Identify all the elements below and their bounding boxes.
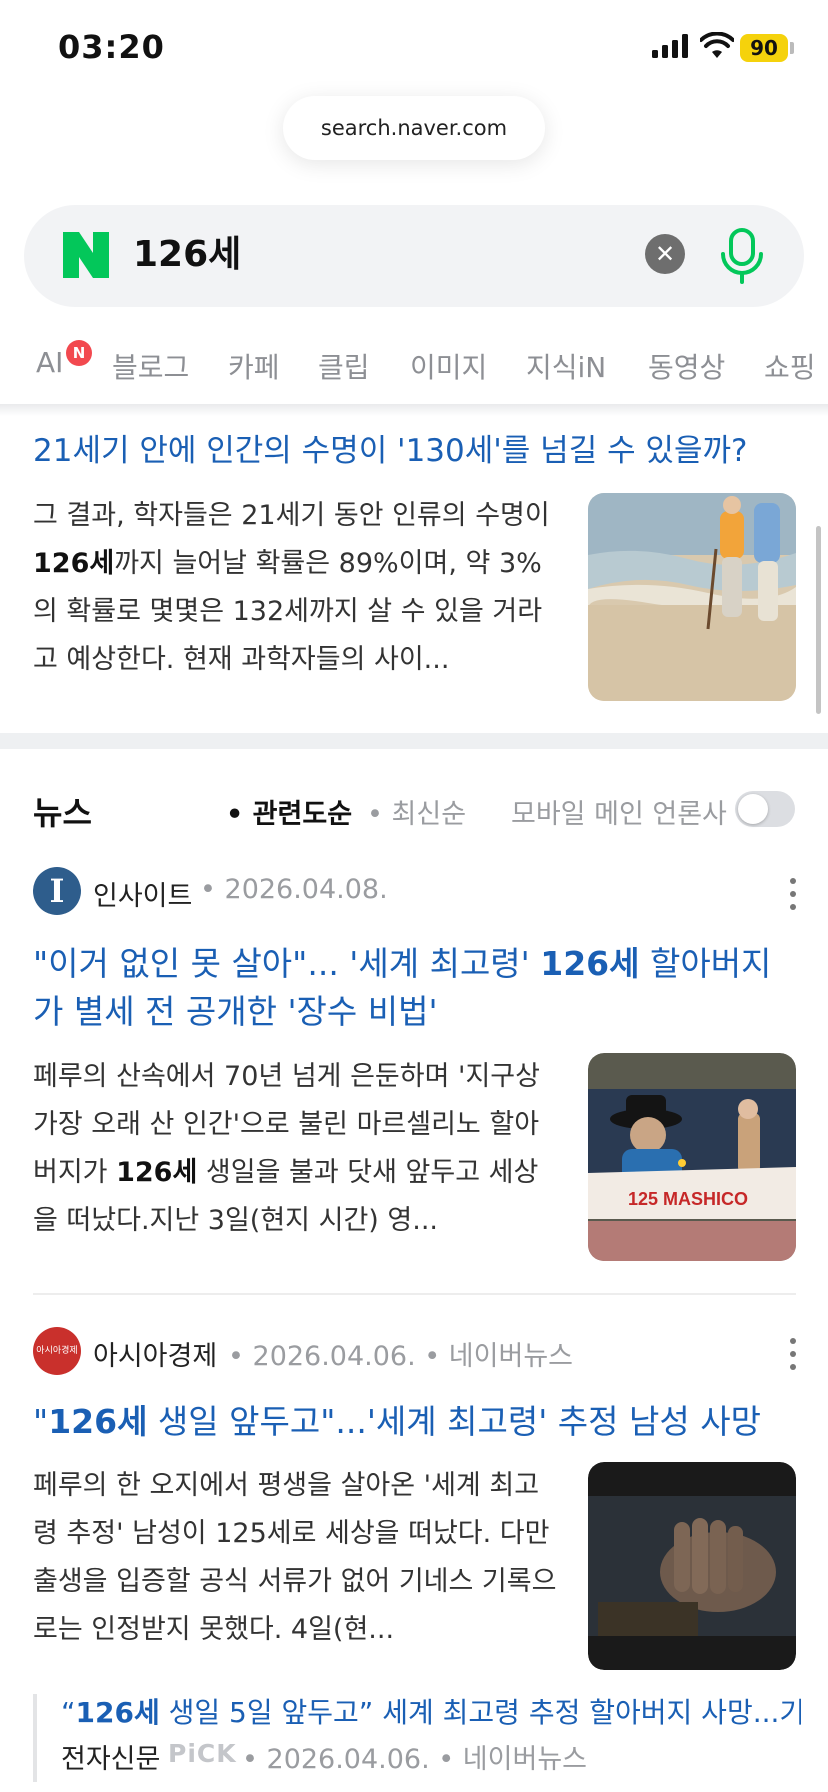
related-source-name[interactable]: 전자신문	[61, 1737, 160, 1776]
tab-blog[interactable]: 블로그	[112, 346, 189, 386]
cake-text: 125 MASHICO	[628, 1189, 748, 1209]
tab-ai-label: AI	[36, 346, 64, 379]
tab-cafe[interactable]: 카페	[228, 346, 280, 386]
naver-news-link[interactable]: 네이버뉴스	[449, 1341, 573, 1372]
mobile-main-press-label: 모바일 메인 언론사	[511, 799, 727, 830]
close-icon: ✕	[654, 240, 676, 268]
news-meta: • 2026.04.06. • 네이버뉴스	[228, 1341, 573, 1372]
asiae-logo[interactable]: 아시아경제	[33, 1327, 81, 1375]
related-article-link[interactable]: “126세 생일 5일 앞두고” 세계 최고령 추정 할아버지 사망...기..…	[61, 1691, 801, 1731]
result-title-link[interactable]: 21세기 안에 인간의 수명이 '130세'를 넘길 수 있을까?	[33, 428, 803, 474]
more-options-icon[interactable]	[789, 1337, 797, 1371]
news-source-name[interactable]: 인사이트	[93, 874, 192, 913]
more-options-icon[interactable]	[789, 877, 797, 911]
news-divider	[33, 1293, 796, 1295]
news-title-link[interactable]: "이거 없인 못 살아"... '세계 최고령' 126세 할아버지가 별세 전…	[33, 940, 793, 1036]
tabs-shadow	[0, 404, 828, 416]
birthday-cake-thumbnail[interactable]: 125 MASHICO	[588, 1053, 796, 1261]
cellular-signal-icon	[652, 34, 688, 58]
section-divider	[0, 733, 828, 749]
tab-clip[interactable]: 클립	[318, 346, 370, 386]
tab-video[interactable]: 동영상	[648, 346, 725, 386]
wifi-icon	[700, 32, 734, 58]
tab-image[interactable]: 이미지	[410, 346, 487, 386]
result-description: 그 결과, 학자들은 21세기 동안 인류의 수명이 126세까지 늘어날 확률…	[33, 500, 550, 675]
new-badge: N	[66, 340, 92, 366]
scrollbar[interactable]	[816, 526, 821, 714]
related-meta: • 2026.04.06. • 네이버뉴스	[242, 1744, 587, 1775]
insight-logo[interactable]: I	[33, 867, 81, 915]
battery-indicator: 90	[740, 34, 788, 62]
search-input[interactable]: 126세	[133, 230, 241, 280]
status-time: 03:20	[58, 28, 165, 66]
pick-badge: PiCK	[168, 1739, 237, 1768]
news-description: 페루의 한 오지에서 평생을 살아온 '세계 최고령 추정' 남성이 125세로…	[33, 1470, 557, 1645]
elderly-hands-thumbnail[interactable]	[588, 1462, 796, 1670]
tab-shopping[interactable]: 쇼핑	[764, 346, 816, 386]
news-section-title: 뉴스	[33, 794, 92, 832]
related-article-bar	[33, 1694, 37, 1782]
naver-news-link[interactable]: 네이버뉴스	[463, 1744, 587, 1775]
toggle-knob	[738, 794, 768, 824]
address-bar[interactable]: search.naver.com	[283, 96, 545, 160]
news-description: 페루의 산속에서 70년 넘게 은둔하며 '지구상 가장 오래 산 인간'으로 …	[33, 1061, 540, 1236]
naver-logo-icon[interactable]	[63, 232, 109, 278]
sort-relevance-option[interactable]: • 관련도순	[226, 792, 352, 831]
news-source-name[interactable]: 아시아경제	[93, 1334, 217, 1373]
news-date: • 2026.04.08.	[200, 874, 388, 905]
news-title-link[interactable]: "126세 생일 앞두고"...'세계 최고령' 추정 남성 사망	[33, 1398, 793, 1446]
microphone-icon[interactable]	[719, 228, 765, 284]
sort-latest-option[interactable]: • 최신순	[367, 792, 466, 831]
tab-kin[interactable]: 지식iN	[526, 346, 606, 386]
tab-ai[interactable]: AI N	[36, 340, 92, 379]
search-tabs: AI N 블로그 카페 클립 이미지 지식iN 동영상 쇼핑	[0, 338, 828, 408]
beach-couple-thumbnail[interactable]	[588, 493, 796, 701]
battery-tip	[790, 42, 794, 54]
clear-search-button[interactable]: ✕	[645, 234, 685, 274]
